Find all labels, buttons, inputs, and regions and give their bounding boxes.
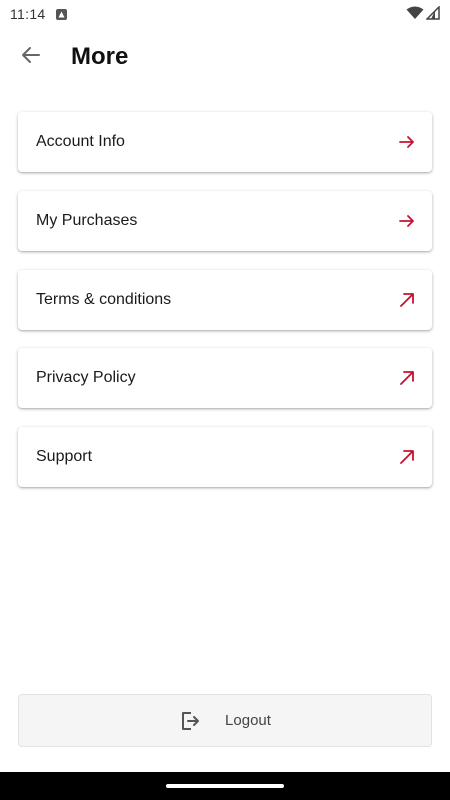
menu-item-label: Support	[36, 448, 93, 465]
logout-button[interactable]: Logout	[18, 694, 432, 747]
menu-item-support[interactable]: Support	[18, 427, 432, 487]
external-link-icon	[398, 291, 416, 309]
menu-item-label: Privacy Policy	[36, 369, 136, 387]
menu-item-label: Terms & conditions	[36, 290, 172, 308]
wifi-icon	[406, 6, 424, 23]
logout-icon	[179, 710, 201, 732]
menu-item-account-info[interactable]: Account Info	[18, 112, 432, 172]
status-icons	[406, 4, 440, 23]
menu-item-my-purchases[interactable]: My Purchases	[18, 190, 432, 251]
logout-label: Logout	[225, 712, 271, 729]
menu-item-privacy-policy[interactable]: Privacy Policy	[18, 348, 432, 409]
app-bar: More	[0, 30, 450, 84]
menu-item-terms-conditions[interactable]: Terms & conditions	[18, 269, 432, 330]
status-time: 11:14	[10, 6, 46, 22]
arrow-left-icon	[21, 45, 41, 70]
menu-item-label: My Purchases	[36, 211, 138, 229]
notification-app-icon	[55, 8, 67, 20]
external-link-icon	[398, 369, 416, 387]
arrow-right-icon	[398, 212, 416, 230]
arrow-right-icon	[398, 133, 416, 151]
system-nav-bar	[0, 772, 450, 800]
menu-list: Account Info My Purchases Terms & condit…	[18, 112, 432, 506]
signal-icon	[425, 4, 440, 23]
menu-item-label: Account Info	[36, 133, 125, 150]
back-button[interactable]	[11, 37, 51, 77]
page-title: More	[71, 43, 129, 70]
external-link-icon	[398, 448, 416, 466]
status-bar: 11:14	[0, 0, 450, 28]
home-gesture-handle[interactable]	[166, 784, 284, 788]
